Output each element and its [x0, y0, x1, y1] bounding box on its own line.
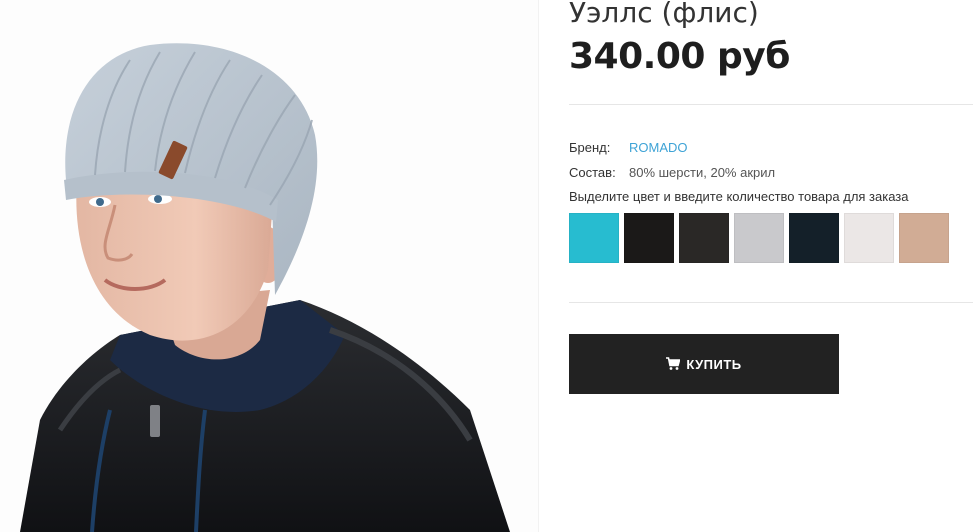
color-swatches [569, 213, 954, 263]
product-photo[interactable] [0, 0, 538, 532]
color-instruction: Выделите цвет и введите количество товар… [569, 189, 909, 204]
color-swatch-2[interactable] [624, 213, 674, 263]
color-swatch-5[interactable] [789, 213, 839, 263]
buy-button[interactable]: КУПИТЬ [569, 334, 839, 394]
color-swatch-7[interactable] [899, 213, 949, 263]
product-price: 340.00 руб [569, 36, 790, 77]
cart-icon [666, 357, 681, 371]
brand-label: Бренд: [569, 140, 611, 155]
composition-value: 80% шерсти, 20% акрил [629, 165, 776, 180]
composition-row: Состав: 80% шерсти, 20% акрил [569, 165, 775, 180]
divider-top [569, 104, 973, 105]
brand-row: Бренд: ROMADO [569, 140, 688, 155]
product-title: Уэллс (флис) [569, 0, 759, 29]
composition-label: Состав: [569, 165, 616, 180]
color-swatch-6[interactable] [844, 213, 894, 263]
product-photo-icon [20, 43, 510, 532]
color-swatch-3[interactable] [679, 213, 729, 263]
panel-divider [538, 0, 539, 532]
color-swatch-1[interactable] [569, 213, 619, 263]
color-swatch-4[interactable] [734, 213, 784, 263]
divider-bottom [569, 302, 973, 303]
brand-link[interactable]: ROMADO [629, 140, 688, 155]
buy-label: КУПИТЬ [686, 356, 742, 372]
